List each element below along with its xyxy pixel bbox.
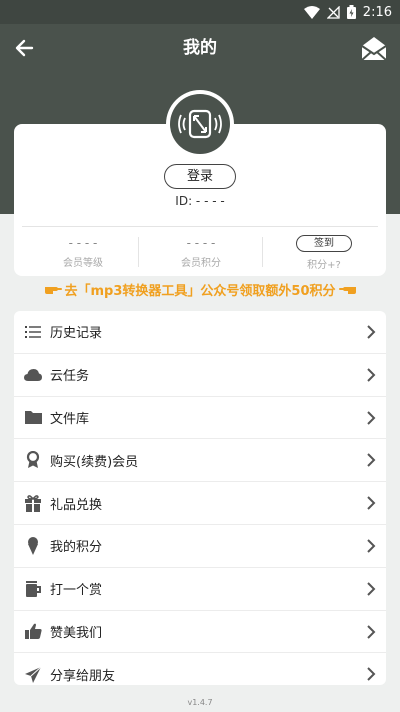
- divider: [22, 226, 378, 227]
- chevron-right-icon: [367, 496, 376, 510]
- member-level-value: - - - -: [68, 236, 98, 250]
- menu-item-tip[interactable]: 打一个赏: [14, 568, 386, 611]
- menu-item-label: 打一个赏: [50, 583, 103, 599]
- login-button[interactable]: 登录: [164, 164, 236, 189]
- member-level-stat[interactable]: - - - - 会员等级: [28, 235, 138, 269]
- list-icon: [24, 323, 42, 341]
- chevron-right-icon: [367, 410, 376, 425]
- user-id: ID: - - - -: [175, 194, 225, 208]
- ice-cream-icon: [24, 536, 42, 555]
- sign-in-caption: 积分+?: [307, 260, 341, 271]
- status-time: 2:16: [362, 4, 392, 20]
- member-points-value: - - - -: [186, 236, 216, 250]
- menu-item-label: 礼品兑换: [50, 497, 103, 513]
- paper-plane-icon: [24, 666, 42, 684]
- chevron-right-icon: [367, 624, 376, 639]
- divider: [262, 237, 263, 267]
- menu-item-label: 历史记录: [50, 326, 103, 342]
- mail-icon[interactable]: [360, 34, 388, 62]
- settings-menu: 历史记录 云任务 文件库 购买(续费)会员 礼品兑换 我的积分 打一个赏 赞美我…: [14, 311, 386, 685]
- menu-item-my-points[interactable]: 我的积分: [14, 525, 386, 568]
- mug-icon: [24, 580, 42, 598]
- menu-item-label: 分享给朋友: [50, 669, 116, 685]
- no-signal-icon: [326, 5, 340, 19]
- promo-banner[interactable]: 去「mp3转换器工具」公众号领取额外50积分: [0, 279, 400, 299]
- battery-icon: [346, 5, 356, 19]
- menu-item-share[interactable]: 分享给朋友: [14, 653, 386, 685]
- chevron-right-icon: [367, 368, 376, 382]
- menu-item-file-library[interactable]: 文件库: [14, 397, 386, 440]
- menu-item-label: 赞美我们: [50, 625, 103, 641]
- app-version: v1.4.7: [187, 698, 213, 707]
- member-level-label: 会员等级: [63, 258, 103, 269]
- gift-icon: [24, 494, 42, 512]
- award-icon: [24, 451, 42, 469]
- sign-in-button[interactable]: 签到: [296, 235, 352, 252]
- thumbs-up-icon: [24, 622, 42, 640]
- page-title: 我的: [183, 38, 217, 58]
- menu-item-history[interactable]: 历史记录: [14, 311, 386, 354]
- menu-item-praise-us[interactable]: 赞美我们: [14, 611, 386, 654]
- pointing-hand-right-icon: [44, 287, 62, 294]
- status-bar: 2:16: [0, 0, 400, 24]
- app-logo-icon: [178, 109, 222, 139]
- wifi-icon: [303, 5, 320, 19]
- avatar[interactable]: [166, 90, 234, 158]
- menu-item-label: 文件库: [50, 411, 90, 427]
- chevron-right-icon: [367, 582, 376, 596]
- menu-item-label: 我的积分: [50, 540, 103, 556]
- menu-item-gift-redeem[interactable]: 礼品兑换: [14, 482, 386, 525]
- pointing-hand-left-icon: [338, 287, 356, 294]
- chevron-right-icon: [367, 453, 376, 468]
- chevron-right-icon: [367, 325, 376, 339]
- chevron-right-icon: [367, 667, 376, 682]
- folder-icon: [24, 408, 42, 426]
- divider: [138, 237, 139, 267]
- promo-text: 去「mp3转换器工具」公众号领取额外50积分: [64, 283, 336, 299]
- menu-item-cloud-tasks[interactable]: 云任务: [14, 354, 386, 397]
- menu-item-label: 云任务: [50, 369, 90, 385]
- app-bar: 我的: [0, 24, 400, 72]
- menu-item-label: 购买(续费)会员: [50, 454, 139, 470]
- menu-item-buy-membership[interactable]: 购买(续费)会员: [14, 439, 386, 483]
- member-points-stat[interactable]: - - - - 会员积分: [146, 235, 256, 269]
- member-points-label: 会员积分: [181, 258, 221, 269]
- cloud-icon: [24, 366, 42, 384]
- chevron-right-icon: [367, 539, 376, 553]
